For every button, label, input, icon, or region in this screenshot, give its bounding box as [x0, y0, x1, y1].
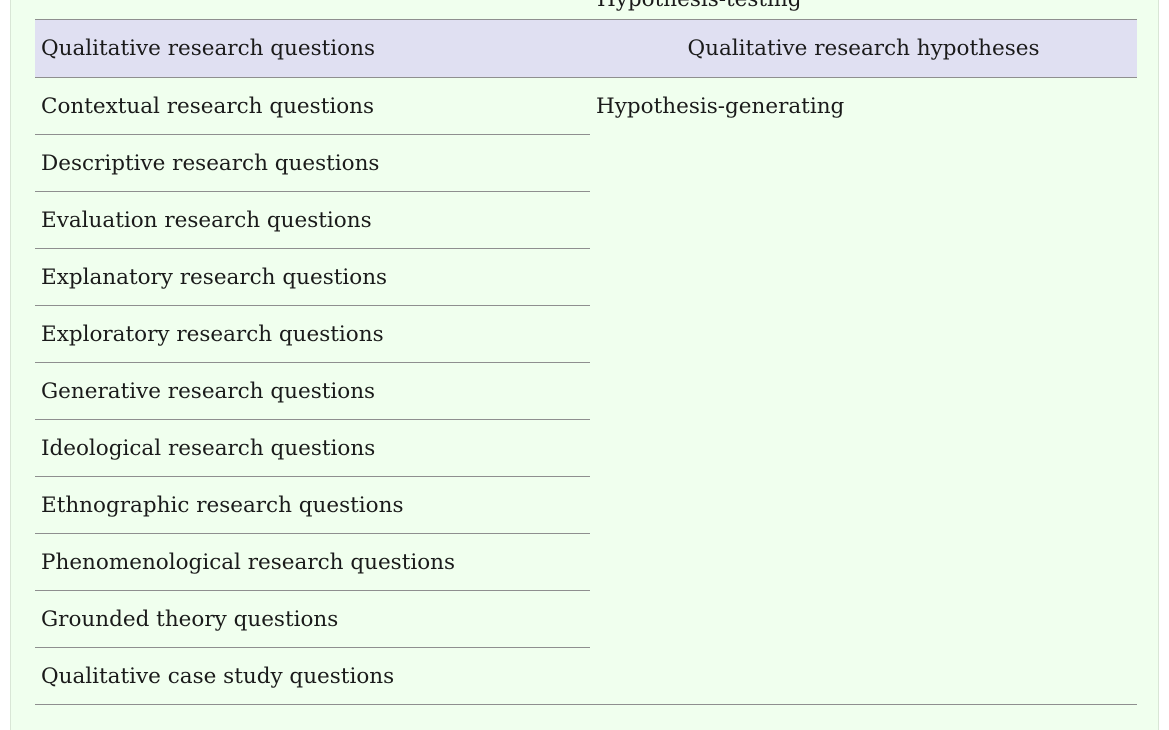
- question-cell: Evaluation research questions: [35, 191, 590, 249]
- question-cell: Explanatory research questions: [35, 248, 590, 306]
- question-cell: Qualitative case study questions: [35, 647, 590, 705]
- question-cell: Ethnographic research questions: [35, 476, 590, 534]
- table-panel: Hypothesis-testing Qualitative research …: [10, 0, 1159, 730]
- hypothesis-cell: Hypothesis-generating: [590, 77, 1137, 705]
- research-questions-table: Qualitative research questions Qualitati…: [35, 19, 1137, 705]
- question-cell: Grounded theory questions: [35, 590, 590, 648]
- question-cell: Descriptive research questions: [35, 134, 590, 192]
- question-cell: Exploratory research questions: [35, 305, 590, 363]
- question-cell: Contextual research questions: [35, 77, 590, 135]
- header-qualitative-research-hypotheses: Qualitative research hypotheses: [590, 19, 1137, 78]
- table-row: Contextual research questions Hypothesis…: [35, 77, 1137, 705]
- question-cell: Phenomenological research questions: [35, 533, 590, 591]
- question-cell: Ideological research questions: [35, 419, 590, 477]
- previous-row-text: Hypothesis-testing: [597, 0, 802, 13]
- question-cell: Generative research questions: [35, 362, 590, 420]
- table-header-row: Qualitative research questions Qualitati…: [35, 19, 1137, 78]
- header-qualitative-research-questions: Qualitative research questions: [35, 19, 590, 78]
